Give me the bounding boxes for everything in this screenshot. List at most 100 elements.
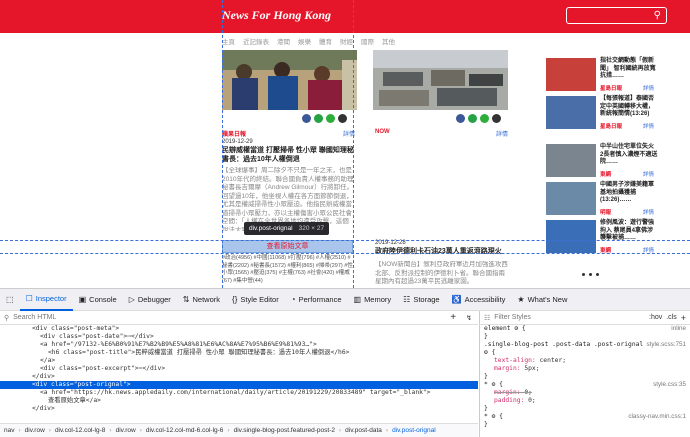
sidebar-news-more[interactable]: 詳情 [643, 122, 654, 130]
css-property[interactable]: text-align: center; [484, 357, 690, 365]
css-property[interactable]: margin: 0; [484, 389, 690, 397]
sidebar-news-title[interactable]: 中國男子涉嫌美籍軍基地拍攝獲捕 (13:26)…… [600, 182, 658, 205]
nav-item[interactable]: 娛樂 [298, 36, 311, 48]
add-rule-icon[interactable]: + [681, 313, 686, 323]
cls-toggle[interactable]: .cls [666, 314, 677, 321]
sidebar-news-title[interactable]: 指社交網動態「假新聞」 智利國統再放寬抗措…… [600, 58, 658, 81]
sidebar-news-more[interactable]: 詳情 [643, 170, 654, 178]
breadcrumb-item[interactable]: div.col-12.col-lg-8 [55, 427, 105, 434]
markup-node[interactable]: </a> [0, 357, 478, 365]
article-tags[interactable]: #政治(4956) #中國(11068) #打壓(796) #人權(2510) … [222, 255, 353, 285]
tab-inspector[interactable]: ☐ Inspector [19, 289, 73, 311]
sidebar-news-source[interactable]: 東網 [600, 170, 611, 178]
markup-node[interactable]: </div> [0, 373, 478, 381]
css-property[interactable]: margin: 5px; [484, 365, 690, 373]
breadcrumb-item[interactable]: nav [4, 427, 14, 434]
sidebar-news-item[interactable]: 修例風波：遊行警強拘入 蔡尾員4拿佛涉襲擊被捕…… 東網 詳情 [546, 220, 658, 254]
rule-selector[interactable]: .single-blog-post .post-data .post-orign… [484, 341, 646, 357]
tab-storage[interactable]: ☷ Storage [397, 289, 445, 311]
css-rule[interactable]: * ⚙ { style.css:35 [484, 381, 690, 389]
breadcrumb-item[interactable]: div.single-blog-post.featured-post-2 [234, 427, 335, 434]
pick-element-icon[interactable]: ⬚ [0, 289, 20, 311]
whatsapp-share-icon[interactable] [468, 114, 477, 123]
tab-performance[interactable]: ◔ Performance [285, 289, 348, 311]
article-headline-left[interactable]: 民辦威權當道 打壓掃帚 性小眾 聯國知理秘書長：過去10年人權倒退 [222, 146, 354, 164]
news-thumbnail[interactable] [546, 144, 596, 177]
search-input[interactable]: ⚲ [566, 7, 667, 24]
breadcrumb-item[interactable]: div.row [116, 427, 136, 434]
tab-what-s-new[interactable]: ★ What's New [511, 289, 573, 311]
breadcrumb-item[interactable]: div.row [25, 427, 45, 434]
nav-item[interactable]: 財經 [340, 36, 353, 48]
rule-source[interactable]: style.css:35 [653, 381, 686, 389]
link-share-icon[interactable] [492, 114, 501, 123]
sidebar-news-title[interactable]: 中半山住宅單位失火 2長者慎入濃煙不適送院…… [600, 144, 658, 167]
rule-selector[interactable]: element ⚙ { [484, 325, 526, 333]
news-thumbnail[interactable] [546, 182, 596, 215]
css-property[interactable]: padding: 0; [484, 397, 690, 405]
sidebar-news-source[interactable]: 星島日報 [600, 84, 622, 92]
nav-item[interactable]: 國際 [361, 36, 374, 48]
article-source-center[interactable]: NOW [375, 129, 390, 135]
nav-item[interactable]: 其他 [382, 36, 395, 48]
markup-node[interactable]: <h6 class="post-title">民粹威權當道 打壓掃帚 性小眾 聯… [0, 349, 478, 357]
tab-accessibility[interactable]: ♿ Accessibility [446, 289, 512, 311]
nav-item[interactable]: 近記錄表 [243, 36, 269, 48]
breadcrumb-item[interactable]: div.post-orignal [392, 427, 436, 434]
tab-memory[interactable]: ▥ Memory [348, 289, 398, 311]
add-node-icon[interactable]: + [450, 312, 456, 323]
rule-source[interactable]: style.scss:751 [646, 341, 686, 357]
rule-selector[interactable]: * ⚙ { [484, 413, 503, 421]
tab-network[interactable]: ⇅ Network [177, 289, 226, 311]
news-thumbnail[interactable] [546, 96, 596, 129]
markup-node[interactable]: <a href="https://hk.news.appledaily.com/… [0, 389, 478, 397]
breadcrumb-item[interactable]: div.post-data [345, 427, 382, 434]
site-title[interactable]: News For Hong Kong [222, 8, 331, 23]
markup-node[interactable]: 查看原始文章</a> [0, 397, 478, 405]
hov-toggle[interactable]: :hov [649, 314, 662, 321]
article-source-left[interactable]: 蘋果日報 [222, 129, 246, 138]
wechat-share-icon[interactable] [326, 114, 335, 123]
markup-node[interactable]: <div class="post-meta"> [0, 325, 478, 333]
markup-node[interactable]: <div class="post-excerpt">⋯</div> [0, 365, 478, 373]
markup-node[interactable]: <div class="post-date">⋯</div> [0, 333, 478, 341]
tab-style-editor[interactable]: {} Style Editor [226, 289, 285, 311]
markup-node[interactable]: <div class="post-orignal"> [0, 381, 478, 389]
article-photo-left[interactable] [222, 50, 357, 110]
css-rule[interactable]: element ⚙ { inline [484, 325, 690, 333]
rule-source[interactable]: inline [671, 325, 686, 333]
sidebar-news-item[interactable]: 中國男子涉嫌美籍軍基地拍攝獲捕 (13:26)…… 明報 詳情 [546, 182, 658, 216]
sidebar-news-source[interactable]: 星島日報 [600, 122, 622, 130]
news-thumbnail[interactable] [546, 58, 596, 91]
markup-node[interactable]: <a href="/97132-%E6%B0%91%E7%B2%B9%E5%A8… [0, 341, 478, 349]
rule-source[interactable]: classy-nav.min.css:1 [628, 413, 686, 421]
rule-selector[interactable]: * ⚙ { [484, 381, 503, 389]
filter-styles-input[interactable]: Filter Styles [494, 314, 531, 321]
nav-item[interactable]: 體育 [319, 36, 332, 48]
article-headline-center[interactable]: 政府陸伊德利卡石油23萬人重返滾路現火 [375, 247, 510, 256]
sidebar-news-item[interactable]: 中半山住宅單位失火 2長者慎入濃煙不適送院…… 東網 詳情 [546, 144, 658, 178]
wechat-share-icon[interactable] [480, 114, 489, 123]
sidebar-news-item[interactable]: 指社交網動態「假新聞」 智利國統再放寬抗措…… 星島日報 詳情 [546, 58, 658, 92]
carousel-dots[interactable] [582, 273, 599, 276]
whatsapp-share-icon[interactable] [314, 114, 323, 123]
article-photo-center[interactable] [373, 50, 508, 110]
tab-console[interactable]: ▣ Console [73, 289, 123, 311]
search-icon[interactable]: ⚲ [654, 10, 661, 21]
tab-debugger[interactable]: ▷ Debugger [123, 289, 177, 311]
sidebar-news-source[interactable]: 明報 [600, 208, 611, 216]
link-share-icon[interactable] [338, 114, 347, 123]
nav-item[interactable]: 主頁 [222, 36, 235, 48]
article-more-center[interactable]: 詳情 [496, 129, 508, 138]
markup-search-input[interactable]: Search HTML [13, 314, 56, 321]
highlighted-original-link[interactable]: 查看原始文章 [222, 240, 353, 253]
css-rule[interactable]: * ⚙ { classy-nav.min.css:1 [484, 413, 690, 421]
markup-node[interactable]: </div> [0, 405, 478, 413]
sidebar-news-more[interactable]: 詳情 [643, 84, 654, 92]
css-rule[interactable]: .single-blog-post .post-data .post-orign… [484, 341, 690, 357]
eyedropper-icon[interactable]: ↯ [466, 314, 472, 322]
nav-item[interactable]: 港聞 [277, 36, 290, 48]
facebook-share-icon[interactable] [302, 114, 311, 123]
sidebar-news-item[interactable]: 【每張報道】泰國否定中英國轉移大權，新統報簡情(13:26) 星島日報 詳情 [546, 96, 658, 130]
facebook-share-icon[interactable] [456, 114, 465, 123]
